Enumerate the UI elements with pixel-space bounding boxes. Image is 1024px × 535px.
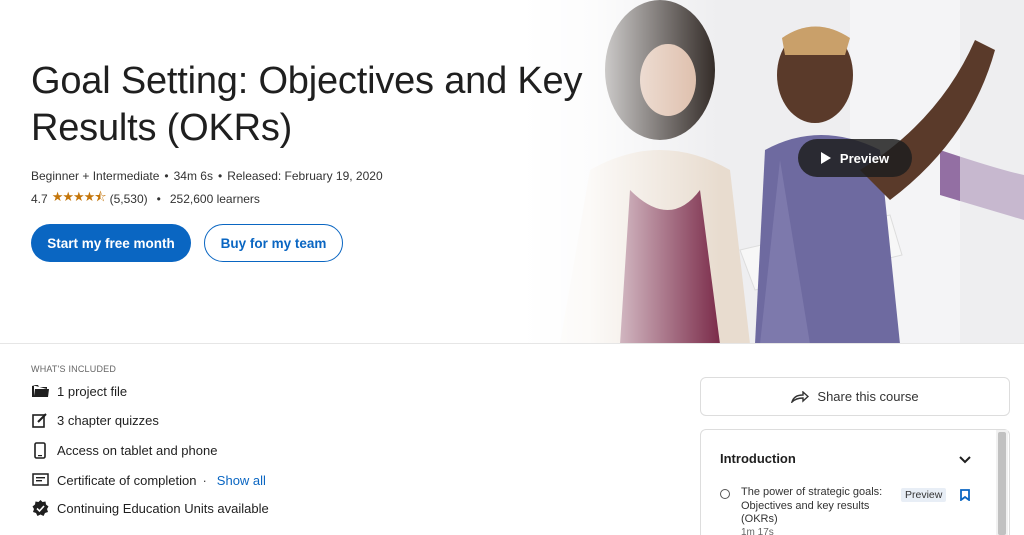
preview-button[interactable]: Preview <box>798 139 912 177</box>
share-arrow-icon <box>791 390 810 403</box>
star-rating-icon: ★★★★⯪ <box>51 189 107 204</box>
course-duration: 34m 6s <box>173 169 213 183</box>
whats-included-label: WHAT'S INCLUDED <box>31 364 117 374</box>
hero-fade <box>520 0 720 343</box>
quiz-icon <box>31 411 49 429</box>
lesson-duration: 1m 17s <box>741 527 774 535</box>
course-title: Goal Setting: Objectives and Key Results… <box>31 60 583 149</box>
course-rating-row: 4.7 ★★★★⯪ (5,530) • 252,600 learners <box>31 188 260 210</box>
course-meta: Beginner + Intermediate • 34m 6s • Released:… <box>31 169 383 183</box>
phone-icon <box>31 441 49 459</box>
folder-icon <box>31 382 49 400</box>
included-item-label: 1 project file <box>57 383 128 399</box>
course-level: Beginner + Intermediate <box>31 169 160 183</box>
course-released: Released: February 19, 2020 <box>227 169 383 183</box>
hero-section: Goal Setting: Objectives and Key Results… <box>0 0 1024 344</box>
share-label: Share this course <box>817 389 919 404</box>
bookmark-icon[interactable] <box>960 489 970 501</box>
rating-count: (5,530) <box>109 192 148 206</box>
learner-count: 252,600 learners <box>169 192 260 206</box>
show-all-link[interactable]: Show all <box>217 473 266 488</box>
preview-badge: Preview <box>901 488 947 502</box>
play-icon <box>820 152 831 164</box>
buy-for-team-button[interactable]: Buy for my team <box>204 224 343 262</box>
share-course-button[interactable]: Share this course <box>700 377 1010 416</box>
included-item-project-file: 1 project file <box>31 381 127 401</box>
start-free-month-button[interactable]: Start my free month <box>31 224 191 262</box>
table-of-contents: Introduction The power of strategic goal… <box>700 429 1010 535</box>
included-item-certificate: Certificate of completion · Show all <box>31 470 266 490</box>
toc-section-title[interactable]: Introduction <box>720 451 796 466</box>
included-item-ceu: Continuing Education Units available <box>31 498 269 518</box>
certificate-icon <box>31 471 49 489</box>
included-item-label: Access on tablet and phone <box>57 442 218 458</box>
rating-value: 4.7 <box>31 192 48 206</box>
included-item-device-access: Access on tablet and phone <box>31 440 217 460</box>
included-item-quizzes: 3 chapter quizzes <box>31 410 159 430</box>
included-item-label: 3 chapter quizzes <box>57 412 159 428</box>
preview-label: Preview <box>839 150 890 166</box>
lesson-title[interactable]: The power of strategic goals: Objectives… <box>741 486 891 527</box>
toc-scrollbar-thumb[interactable] <box>998 432 1006 535</box>
included-item-label: Continuing Education Units available <box>57 500 269 516</box>
chevron-down-icon[interactable] <box>959 454 971 464</box>
badge-icon <box>31 499 49 517</box>
lesson-status-radio <box>720 489 730 499</box>
included-item-label: Certificate of completion <box>57 472 197 488</box>
